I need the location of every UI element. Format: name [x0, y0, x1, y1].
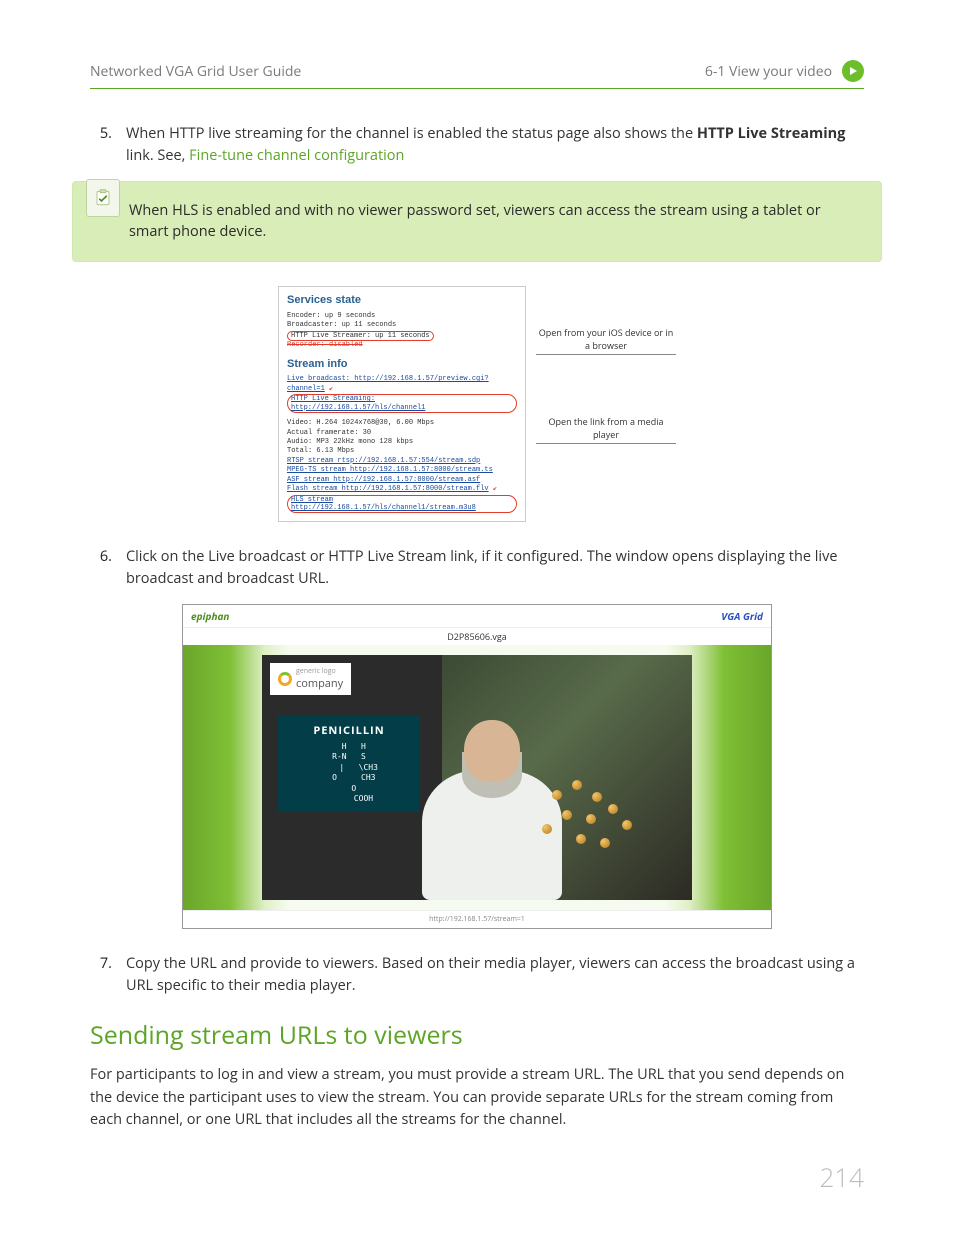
sending-urls-paragraph: For participants to log in and view a st…: [90, 1064, 864, 1131]
video-frame: generic logo company PENICILLIN H H R-N …: [262, 655, 692, 900]
mpegts-link[interactable]: MPEG-TS stream http://192.168.1.57:8000/…: [287, 466, 517, 475]
encoder-status: Encoder: up 9 seconds: [287, 312, 517, 321]
hls-stream-link[interactable]: HLS stream http://192.168.1.57/hls/chann…: [287, 495, 517, 514]
step-body: Click on the Live broadcast or HTTP Live…: [126, 546, 864, 590]
clipboard-check-icon: [86, 179, 120, 217]
broadcast-player-figure: epiphan VGA Grid D2P85606.vga generic lo…: [182, 604, 772, 929]
figure-annotations: Open from your iOS device or in a browse…: [536, 286, 676, 522]
logo-circle-icon: [278, 672, 292, 686]
audio-info: Audio: MP3 22kHz mono 128 kbps: [287, 438, 517, 447]
note-text: When HLS is enabled and with no viewer p…: [72, 181, 882, 263]
hls-streamer-status: HTTP Live Streamer: up 11 seconds: [287, 331, 434, 341]
vga-grid-label: VGA Grid: [721, 609, 763, 623]
page-number: 214: [819, 1159, 864, 1195]
molecular-model: [542, 780, 652, 860]
step-number: 5.: [90, 123, 112, 167]
play-icon: [842, 60, 864, 82]
flash-link[interactable]: Flash stream http://192.168.1.57:8000/st…: [287, 485, 489, 493]
video-info: Video: H.264 1024x768@30, 6.00 Mbps: [287, 419, 517, 428]
player-titlebar: epiphan VGA Grid: [183, 605, 771, 627]
fine-tune-link[interactable]: Fine-tune channel configuration: [189, 146, 404, 165]
page-header: Networked VGA Grid User Guide 6-1 View y…: [90, 60, 864, 89]
stream-info-title: Stream info: [287, 357, 517, 372]
player-filename: D2P85606.vga: [183, 627, 771, 645]
broadcaster-status: Broadcaster: up 11 seconds: [287, 321, 517, 330]
ios-annotation: Open from your iOS device or in a browse…: [536, 326, 676, 355]
step-6: 6. Click on the Live broadcast or HTTP L…: [90, 546, 864, 590]
framerate-info: Actual framerate: 30: [287, 429, 517, 438]
step-5: 5. When HTTP live streaming for the chan…: [90, 123, 864, 167]
arrow-icon: ↙: [329, 385, 333, 393]
arrow-icon: ↙: [493, 485, 497, 493]
player-window: epiphan VGA Grid D2P85606.vga generic lo…: [182, 604, 772, 929]
logo-top-text: generic logo: [296, 667, 343, 676]
step-text-b: link. See,: [126, 146, 189, 165]
section-ref-text: 6-1 View your video: [705, 62, 832, 81]
hls-link[interactable]: HTTP Live Streaming: http://192.168.1.57…: [287, 394, 517, 413]
services-state-title: Services state: [287, 293, 517, 308]
step-number: 6.: [90, 546, 112, 590]
total-info: Total: 6.13 Mbps: [287, 447, 517, 456]
epiphan-logo: epiphan: [191, 609, 229, 623]
sending-urls-heading: Sending stream URLs to viewers: [90, 1018, 864, 1052]
services-state-figure: Services state Encoder: up 9 seconds Bro…: [90, 286, 864, 522]
step-7: 7. Copy the URL and provide to viewers. …: [90, 953, 864, 997]
company-logo-overlay: generic logo company: [270, 663, 351, 695]
rtsp-link[interactable]: RTSP stream rtsp://192.168.1.57:554/stre…: [287, 457, 517, 466]
player-url-footer: http://192.168.1.57/stream=1: [183, 910, 771, 928]
hls-note: When HLS is enabled and with no viewer p…: [72, 181, 882, 263]
penicillin-card: PENICILLIN H H R-N S | \CH3 O CH3 O COOH: [278, 715, 420, 812]
media-player-annotation: Open the link from a media player: [536, 415, 676, 444]
step-text: When HTTP live streaming for the channel…: [126, 124, 697, 143]
step-body: When HTTP live streaming for the channel…: [126, 123, 864, 167]
penicillin-title: PENICILLIN: [284, 723, 414, 738]
step-body: Copy the URL and provide to viewers. Bas…: [126, 953, 864, 997]
services-panel: Services state Encoder: up 9 seconds Bro…: [278, 286, 526, 522]
logo-company-text: company: [296, 676, 343, 691]
player-stage: generic logo company PENICILLIN H H R-N …: [183, 645, 771, 910]
recorder-status: Recorder: disabled: [287, 341, 363, 349]
step-number: 7.: [90, 953, 112, 997]
section-ref: 6-1 View your video: [705, 60, 864, 82]
guide-title: Networked VGA Grid User Guide: [90, 62, 301, 81]
chemical-structure: H H R-N S | \CH3 O CH3 O COOH: [284, 742, 414, 804]
asf-link[interactable]: ASF stream http://192.168.1.57:8000/stre…: [287, 476, 517, 485]
http-live-streaming-label: HTTP Live Streaming: [697, 124, 846, 143]
live-broadcast-link[interactable]: Live broadcast: http://192.168.1.57/prev…: [287, 375, 489, 392]
